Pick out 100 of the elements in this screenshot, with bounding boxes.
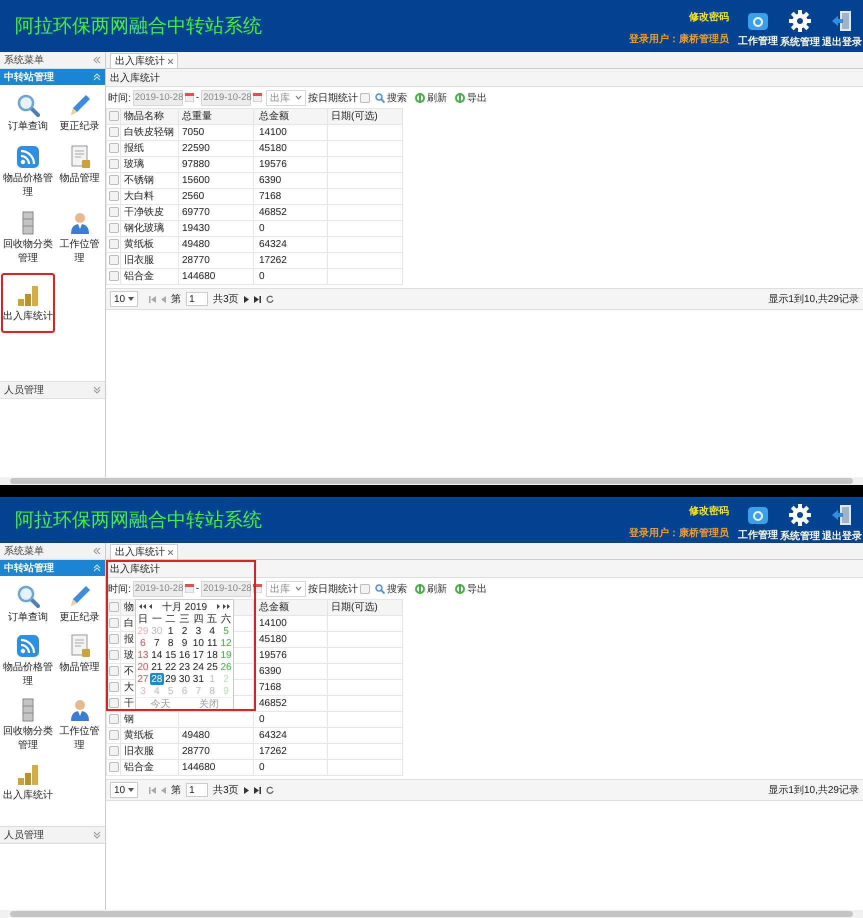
checkbox[interactable]: [360, 584, 370, 594]
module-link[interactable]: 更正纪录: [55, 89, 104, 137]
checkbox[interactable]: [109, 602, 119, 612]
calendar-icon[interactable]: [184, 584, 194, 593]
horizontal-scrollbar[interactable]: [0, 910, 863, 918]
calendar-day[interactable]: 2: [178, 625, 192, 637]
calendar-day[interactable]: 10: [191, 637, 206, 649]
horizontal-scrollbar[interactable]: [0, 477, 863, 485]
change-password-link[interactable]: 修改密码: [689, 10, 729, 24]
checkbox[interactable]: [109, 126, 119, 137]
checkbox[interactable]: [109, 634, 119, 644]
calendar-day[interactable]: 8: [164, 637, 178, 649]
calendar-day[interactable]: 22: [164, 661, 178, 673]
calendar-day[interactable]: 4: [205, 625, 220, 637]
previous-year-icon[interactable]: [139, 604, 146, 609]
module-link[interactable]: 工作位管理: [55, 207, 104, 269]
calendar-day[interactable]: 13: [136, 649, 150, 661]
calendar-day[interactable]: 15: [164, 649, 178, 661]
module-link[interactable]: 物品价格管理: [1, 141, 55, 203]
calendar-icon[interactable]: [184, 93, 194, 102]
next-year-icon[interactable]: [223, 604, 230, 609]
page-number-field[interactable]: 1: [186, 783, 208, 797]
previous-month-icon[interactable]: [149, 604, 152, 609]
next-month-icon[interactable]: [217, 604, 220, 609]
module-link[interactable]: 工作位管理: [55, 694, 104, 756]
checkbox[interactable]: [109, 682, 119, 692]
collapse-icon[interactable]: [93, 56, 101, 64]
calendar-day[interactable]: 14: [150, 649, 164, 661]
work-button[interactable]: 工作管理: [737, 504, 779, 542]
checkbox[interactable]: [109, 746, 119, 756]
calendar-day[interactable]: 24: [191, 661, 206, 673]
calendar-day[interactable]: 11: [205, 637, 220, 649]
close-icon[interactable]: [168, 550, 173, 554]
calendar-day[interactable]: 16: [178, 649, 192, 661]
calendar-day[interactable]: 21: [150, 661, 164, 673]
calendar-day[interactable]: 17: [191, 649, 206, 661]
calendar-day[interactable]: 31: [191, 673, 206, 685]
checkbox[interactable]: [109, 714, 119, 724]
logout-button[interactable]: 退出登录: [821, 10, 863, 48]
logout-button[interactable]: 退出登录: [821, 504, 863, 542]
accordion-header[interactable]: 人员管理: [0, 381, 105, 399]
previous-page-icon[interactable]: [161, 296, 166, 302]
checkbox[interactable]: [109, 730, 119, 740]
module-link[interactable]: 物品价格管理: [1, 630, 55, 692]
module-link[interactable]: 物品管理: [55, 141, 104, 203]
last-page-icon[interactable]: [254, 786, 261, 794]
direction-select[interactable]: 出库: [266, 90, 306, 106]
calendar-day[interactable]: 30: [178, 673, 192, 685]
module-link[interactable]: 出入库统计: [1, 273, 55, 333]
direction-select[interactable]: 出库: [266, 580, 306, 596]
checkbox[interactable]: [109, 190, 119, 201]
checkbox[interactable]: [109, 158, 119, 169]
accordion-header[interactable]: 人员管理: [0, 826, 105, 844]
first-page-icon[interactable]: [149, 296, 156, 302]
checkbox[interactable]: [109, 238, 119, 249]
settings-button[interactable]: 系统管理: [779, 10, 821, 48]
checkbox[interactable]: [109, 618, 119, 628]
page-size-select[interactable]: 10: [110, 291, 138, 307]
module-link[interactable]: 更正纪录: [55, 580, 104, 628]
search-button[interactable]: 搜索: [372, 582, 410, 596]
page-number-field[interactable]: 1: [186, 292, 208, 306]
module-link[interactable]: 物品管理: [55, 630, 104, 692]
first-page-icon[interactable]: [149, 786, 156, 794]
close-icon[interactable]: [168, 58, 173, 64]
page-size-select[interactable]: 10: [110, 782, 138, 798]
module-link[interactable]: 出入库统计: [1, 758, 55, 806]
next-page-icon[interactable]: [244, 786, 249, 794]
calendar-day[interactable]: 3: [191, 625, 206, 637]
settings-button[interactable]: 系统管理: [779, 504, 821, 542]
accordion-header[interactable]: 中转站管理: [0, 560, 105, 576]
last-page-icon[interactable]: [254, 296, 261, 302]
checkbox[interactable]: [109, 650, 119, 660]
module-link[interactable]: 订单查询: [1, 89, 55, 137]
calendar-day[interactable]: 18: [205, 649, 220, 661]
calendar-day[interactable]: 20: [136, 661, 150, 673]
calendar-icon[interactable]: [253, 93, 262, 102]
reload-icon[interactable]: [266, 295, 274, 303]
module-link[interactable]: 回收物分类管理: [1, 207, 55, 269]
tab[interactable]: 出入库统计: [110, 544, 178, 559]
reload-icon[interactable]: [266, 786, 274, 794]
module-link[interactable]: 回收物分类管理: [1, 694, 55, 756]
refresh-button[interactable]: 刷新: [412, 90, 450, 104]
search-button[interactable]: 搜索: [372, 90, 410, 104]
checkbox[interactable]: [109, 174, 119, 185]
checkbox[interactable]: [109, 666, 119, 676]
module-link[interactable]: 订单查询: [1, 580, 55, 628]
calendar-day[interactable]: 6: [136, 637, 150, 649]
checkbox[interactable]: [109, 206, 119, 217]
calendar-day[interactable]: 28: [150, 673, 164, 685]
change-password-link[interactable]: 修改密码: [689, 504, 729, 518]
checkbox[interactable]: [109, 254, 119, 265]
export-button[interactable]: 导出: [452, 90, 490, 104]
tab[interactable]: 出入库统计: [110, 53, 178, 68]
checkbox[interactable]: [360, 92, 370, 102]
checkbox[interactable]: [109, 762, 119, 772]
checkbox[interactable]: [109, 270, 119, 281]
refresh-button[interactable]: 刷新: [412, 582, 450, 596]
calendar-day[interactable]: 7: [150, 637, 164, 649]
checkbox[interactable]: [109, 142, 119, 153]
next-page-icon[interactable]: [244, 296, 249, 302]
